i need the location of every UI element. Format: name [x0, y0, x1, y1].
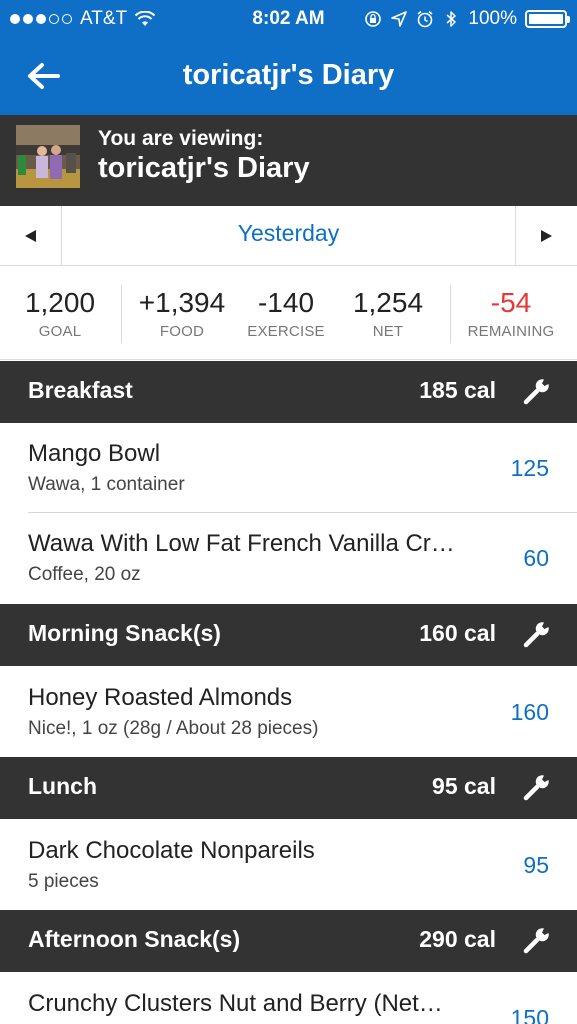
- viewing-header: You are viewing: toricatjr's Diary: [0, 115, 577, 206]
- summary-divider: [121, 285, 122, 343]
- diary-owner-name: toricatjr's Diary: [98, 152, 310, 184]
- meal-name: Morning Snack(s): [28, 620, 221, 646]
- summary-goal: 1,200 GOAL: [18, 287, 102, 340]
- food-calories: 125: [510, 455, 549, 481]
- net-value: 1,254: [352, 287, 424, 318]
- meal-name: Afternoon Snack(s): [28, 926, 241, 952]
- meal-header-afternoon-snack[interactable]: Afternoon Snack(s) 290 cal: [0, 910, 577, 972]
- navigation-bar: toricatjr's Diary: [0, 38, 577, 115]
- signal-strength-icon: [10, 14, 72, 24]
- caret-right-icon: [541, 230, 552, 242]
- summary-net: 1,254 NET: [346, 287, 430, 340]
- meal-header-lunch[interactable]: Lunch 95 cal: [0, 757, 577, 819]
- food-item[interactable]: Dark Chocolate Nonpareils 5 pieces 95: [0, 820, 577, 910]
- food-description: Nice!, 1 oz (28g / About 28 pieces): [28, 718, 319, 739]
- battery-percent: 100%: [468, 8, 517, 29]
- food-description: 5 pieces: [28, 871, 99, 892]
- rotation-lock-icon: [365, 11, 382, 27]
- goal-label: GOAL: [38, 323, 82, 340]
- meal-calories: 185 cal: [419, 377, 496, 403]
- food-name: Mango Bowl: [28, 440, 161, 467]
- next-day-button[interactable]: [515, 206, 577, 266]
- food-value: +1,394: [138, 287, 226, 318]
- food-calories: 150: [510, 1005, 549, 1024]
- viewing-label: You are viewing:: [98, 127, 264, 150]
- battery-level: [529, 14, 563, 24]
- food-calories: 95: [523, 852, 549, 878]
- meal-calories: 160 cal: [419, 620, 496, 646]
- food-description: Wawa, 1 container: [28, 474, 185, 495]
- alarm-icon: [417, 10, 433, 28]
- summary-remaining: -54 REMAINING: [462, 287, 560, 340]
- summary-exercise: -140 EXERCISE: [243, 287, 329, 340]
- carrier-name: AT&T: [80, 8, 128, 29]
- bluetooth-icon: [446, 11, 457, 27]
- meal-name: Lunch: [28, 773, 97, 799]
- meal-name: Breakfast: [28, 377, 133, 403]
- goal-value: 1,200: [24, 287, 96, 318]
- battery-icon: [525, 10, 570, 28]
- food-name: Crunchy Clusters Nut and Berry (Net…: [28, 990, 443, 1017]
- exercise-label: EXERCISE: [247, 323, 325, 340]
- meal-header-morning-snack[interactable]: Morning Snack(s) 160 cal: [0, 604, 577, 666]
- caret-left-icon: [25, 230, 36, 242]
- summary-divider: [450, 285, 451, 343]
- food-name: Wawa With Low Fat French Vanilla Cr…: [28, 530, 455, 557]
- meal-calories: 290 cal: [419, 926, 496, 952]
- food-item[interactable]: Wawa With Low Fat French Vanilla Cr… Cof…: [0, 513, 577, 603]
- food-name: Honey Roasted Almonds: [28, 684, 293, 711]
- net-label: NET: [372, 323, 404, 340]
- food-name: Dark Chocolate Nonpareils: [28, 837, 315, 864]
- wrench-icon[interactable]: [523, 620, 551, 648]
- wifi-icon: [135, 11, 156, 26]
- remaining-label: REMAINING: [467, 323, 555, 340]
- remaining-value: -54: [490, 287, 532, 318]
- food-item[interactable]: Honey Roasted Almonds Nice!, 1 oz (28g /…: [0, 667, 577, 757]
- food-item[interactable]: Crunchy Clusters Nut and Berry (Net… 150: [0, 973, 577, 1024]
- wrench-icon[interactable]: [523, 926, 551, 954]
- meal-header-breakfast[interactable]: Breakfast 185 cal: [0, 361, 577, 423]
- avatar: [16, 125, 80, 188]
- food-item[interactable]: Mango Bowl Wawa, 1 container 125: [0, 423, 577, 513]
- food-description: Coffee, 20 oz: [28, 564, 141, 585]
- date-label[interactable]: Yesterday: [62, 220, 515, 247]
- wrench-icon[interactable]: [523, 773, 551, 801]
- exercise-value: -140: [257, 287, 315, 318]
- status-bar: AT&T 8:02 AM 100%: [0, 0, 577, 38]
- food-label: FOOD: [159, 323, 205, 340]
- location-icon: [391, 11, 408, 27]
- previous-day-button[interactable]: [0, 206, 62, 266]
- calorie-summary: 1,200 GOAL +1,394 FOOD -140 EXERCISE 1,2…: [0, 267, 577, 360]
- meal-calories: 95 cal: [432, 773, 496, 799]
- food-calories: 160: [510, 699, 549, 725]
- summary-food: +1,394 FOOD: [134, 287, 230, 340]
- date-selector: Yesterday: [0, 206, 577, 266]
- food-calories: 60: [523, 545, 549, 571]
- wrench-icon[interactable]: [523, 377, 551, 405]
- page-title: toricatjr's Diary: [182, 59, 395, 91]
